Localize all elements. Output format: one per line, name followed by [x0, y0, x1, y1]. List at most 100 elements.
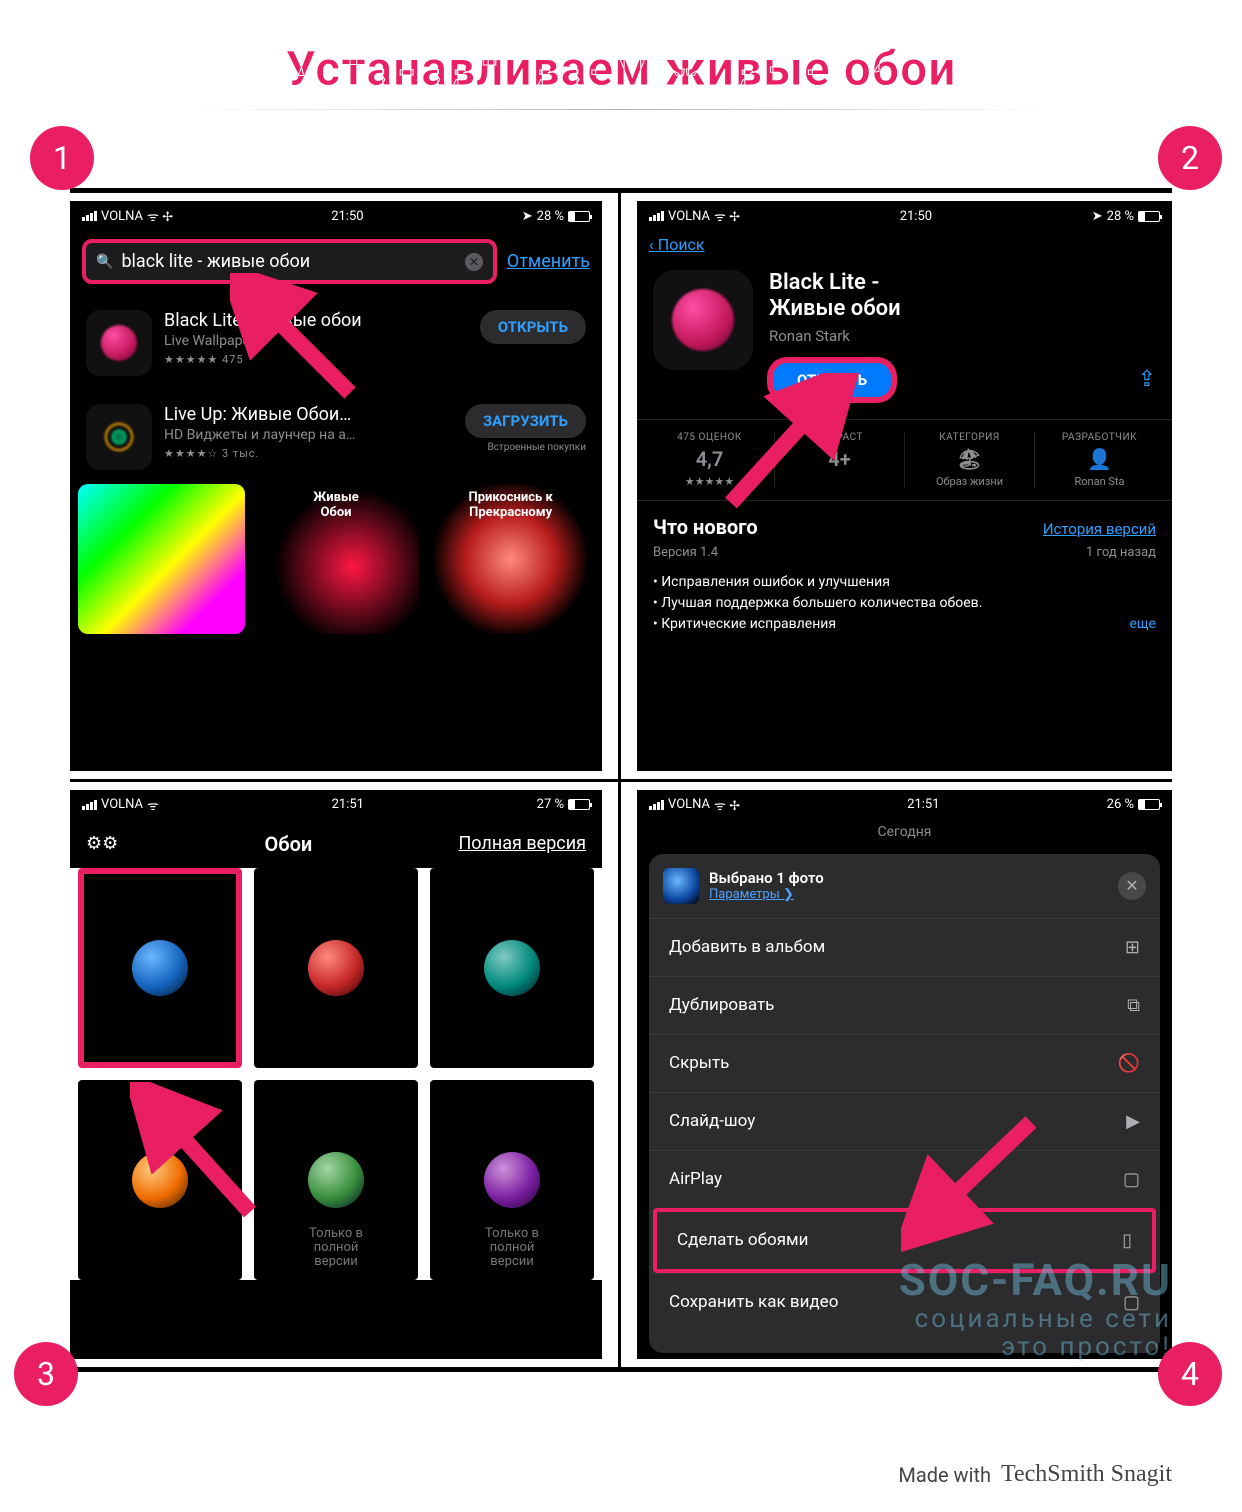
close-icon[interactable]: ✕	[1118, 872, 1146, 900]
step-badge-3: 3	[14, 1342, 78, 1406]
wallpaper-tile[interactable]	[430, 868, 594, 1068]
screenshot-caption: Живые Обои	[253, 490, 420, 520]
action-add-to-album[interactable]: Добавить в альбом⊞	[649, 918, 1160, 976]
chair-icon: 🏖	[909, 447, 1030, 471]
rating-stars: ★★★★☆ 3 тыс.	[164, 447, 453, 460]
info-value: Образ жизни	[909, 475, 1030, 488]
screenshot[interactable]: Живые Обои	[253, 484, 420, 634]
app-publisher: Ronan Stark	[769, 327, 1156, 345]
battery-icon	[568, 211, 590, 222]
title-divider	[191, 109, 1051, 110]
signal-bars-icon	[82, 211, 97, 221]
location-icon: ➤	[1092, 209, 1103, 224]
page-title: Устанавливаем живые обои	[0, 0, 1242, 97]
wallpaper-tile-locked[interactable]: Только в полной версии	[430, 1080, 594, 1280]
step-badge-1: 1	[30, 126, 94, 190]
download-button[interactable]: ЗАГРУЗИТЬ	[465, 404, 586, 438]
action-hide[interactable]: Скрыть🚫	[649, 1034, 1160, 1092]
carrier-label: VOLNA	[668, 797, 710, 812]
wallpaper-tile[interactable]	[78, 868, 242, 1068]
signal-bars-icon	[649, 211, 664, 221]
locked-label: Только в полной версии	[254, 1227, 418, 1270]
screen-title: Обои	[264, 832, 312, 856]
location-icon: ➤	[522, 209, 533, 224]
annotation-arrow	[711, 373, 861, 523]
full-version-link[interactable]: Полная версия	[458, 833, 586, 854]
app-subtitle: HD Виджеты и лаунчер на а…	[164, 427, 453, 443]
wifi-icon: ᯤ ✢	[714, 207, 740, 225]
back-button[interactable]: ‹ Поиск	[637, 231, 1172, 258]
screenshot[interactable]: Прикоснись к Прекрасному	[427, 484, 594, 634]
step-2-panel: VOLNA ᯤ ✢ 21:50 ➤ 28 % ‹ Поиск Black Lite …	[621, 188, 1172, 779]
status-bar: VOLNAᯤ ✢ 21:50 ➤28 %	[70, 201, 602, 231]
annotation-arrow	[130, 1082, 280, 1232]
wifi-icon: ᯤ	[147, 796, 159, 814]
search-query: black lite - живые обои	[121, 251, 310, 272]
action-duplicate[interactable]: Дублировать⧉	[649, 976, 1160, 1034]
annotation-arrow	[901, 1102, 1051, 1252]
play-icon: ▶	[1126, 1111, 1140, 1132]
airplay-icon: ▢	[1123, 1169, 1140, 1190]
app-name: Black Lite - Живые обои	[769, 270, 1156, 323]
clear-icon[interactable]: ✕	[465, 253, 483, 271]
open-button[interactable]: ОТКРЫТЬ	[480, 310, 586, 344]
more-link[interactable]: еще	[1129, 614, 1156, 635]
app-icon	[86, 404, 152, 470]
battery-icon	[1138, 799, 1160, 810]
photo-thumbnail	[663, 868, 699, 904]
wallpaper-tile[interactable]	[254, 868, 418, 1068]
annotation-arrow	[230, 273, 370, 413]
duplicate-icon: ⧉	[1127, 995, 1140, 1016]
status-bar: VOLNAᯤ ✢ 21:51 26 %	[637, 790, 1172, 820]
album-icon: ⊞	[1125, 937, 1140, 958]
carrier-label: VOLNA	[101, 797, 143, 812]
release-notes: • Исправления ошибок и улучшения • Лучша…	[653, 572, 1156, 635]
app-icon	[86, 310, 152, 376]
battery-label: 26 %	[1107, 797, 1134, 812]
age-label: 1 год назад	[1086, 545, 1156, 560]
iap-label: Встроенные покупки	[465, 442, 586, 453]
status-bar: VOLNA ᯤ 21:51 27 %	[70, 790, 602, 820]
version-label: Версия 1.4	[653, 545, 718, 560]
footer-credit: Made with TechSmith Snagit	[898, 1461, 1172, 1488]
carrier-label: VOLNA	[668, 209, 710, 224]
share-icon[interactable]: ⇪	[1138, 367, 1156, 392]
search-icon: 🔍	[96, 254, 113, 270]
signal-bars-icon	[82, 800, 97, 810]
battery-label: 28 %	[537, 209, 564, 224]
screenshot-caption: Прикоснись к Прекрасному	[427, 490, 594, 520]
battery-icon	[1138, 211, 1160, 222]
carrier-label: VOLNA	[101, 209, 143, 224]
selected-count: Выбрано 1 фото	[709, 869, 824, 887]
info-label: КАТЕГОРИЯ	[909, 432, 1030, 443]
wifi-icon: ᯤ ✢	[714, 796, 740, 814]
step-3-panel: VOLNA ᯤ 21:51 27 % ⚙︎⚙︎ Обои Полная верси…	[70, 779, 621, 1373]
person-icon: 👤	[1039, 447, 1160, 471]
snagit-logo: TechSmith Snagit	[1001, 1461, 1172, 1488]
watermark: SOC-FAQ.RU социальные сети это просто!	[899, 1256, 1172, 1362]
version-history-link[interactable]: История версий	[1043, 520, 1156, 538]
clock-label: 21:50	[900, 209, 932, 224]
step-badge-4: 4	[1158, 1342, 1222, 1406]
screenshot[interactable]	[78, 484, 245, 634]
locked-label: Только в полной версии	[430, 1227, 594, 1270]
parameters-link[interactable]: Параметры ❯	[709, 887, 824, 902]
today-label: Сегодня	[637, 820, 1172, 844]
clock-label: 21:50	[331, 209, 363, 224]
battery-label: 28 %	[1107, 209, 1134, 224]
settings-icon[interactable]: ⚙︎⚙︎	[86, 833, 118, 854]
phone-icon: ▯	[1122, 1230, 1132, 1251]
info-value: Ronan Sta	[1039, 475, 1160, 488]
battery-icon	[568, 799, 590, 810]
step-1-panel: VOLNAᯤ ✢ 21:50 ➤28 % 🔍 black lite - живы…	[70, 188, 621, 779]
cancel-button[interactable]: Отменить	[507, 251, 590, 272]
status-bar: VOLNA ᯤ ✢ 21:50 ➤ 28 %	[637, 201, 1172, 231]
screenshots-row: Живые Обои Прикоснись к Прекрасному	[70, 484, 602, 634]
battery-label: 27 %	[537, 797, 564, 812]
step-badge-2: 2	[1158, 126, 1222, 190]
hide-icon: 🚫	[1118, 1053, 1140, 1074]
signal-bars-icon	[649, 800, 664, 810]
app-icon	[653, 270, 753, 370]
clock-label: 21:51	[332, 797, 364, 812]
info-label: РАЗРАБОТЧИК	[1039, 432, 1160, 443]
